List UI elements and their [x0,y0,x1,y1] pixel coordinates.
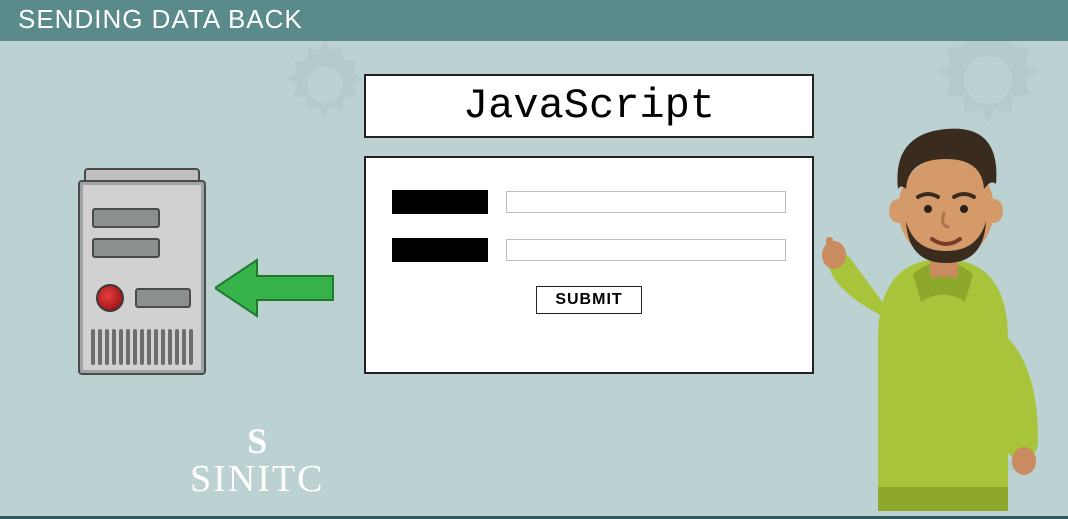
submit-button[interactable]: SUBMIT [536,286,641,314]
form-row-1 [392,190,786,214]
watermark-logo-icon: S [190,425,324,457]
header-title: SENDING DATA BACK [18,4,303,34]
form-label-2 [392,238,488,262]
javascript-title-box: JavaScript [364,74,814,138]
person-illustration [818,79,1068,519]
watermark-text: SINITC [190,457,324,501]
form-input-1[interactable] [506,191,786,213]
form-label-1 [392,190,488,214]
gear-decoration-icon [280,40,370,130]
form-card: SUBMIT [364,156,814,374]
javascript-title-text: JavaScript [463,82,715,130]
form-row-2 [392,238,786,262]
server-icon [78,180,206,375]
form-input-2[interactable] [506,239,786,261]
arrow-left-icon [215,258,335,318]
watermark: S SINITC [190,425,324,501]
header-bar: SENDING DATA BACK [0,0,1068,41]
